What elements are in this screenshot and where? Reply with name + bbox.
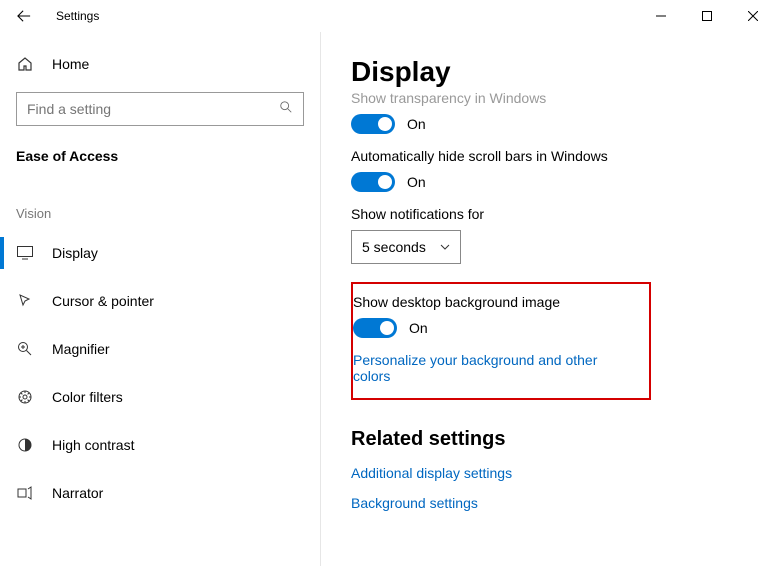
setting-transparency-label: Show transparency in Windows [351, 90, 752, 106]
cursor-icon [16, 293, 34, 309]
sidebar-item-narrator[interactable]: Narrator [0, 469, 320, 517]
setting-notifications-label: Show notifications for [351, 206, 752, 222]
home-icon [16, 56, 34, 72]
content-pane: Display Show transparency in Windows On … [320, 32, 776, 566]
maximize-icon [702, 11, 712, 21]
group-vision-label: Vision [0, 172, 320, 229]
minimize-icon [656, 11, 666, 21]
close-button[interactable] [730, 0, 776, 32]
magnifier-icon [16, 341, 34, 357]
back-button[interactable] [0, 0, 48, 32]
setting-autohide-label: Automatically hide scroll bars in Window… [351, 148, 752, 164]
arrow-left-icon [17, 9, 31, 23]
highlight-box: Show desktop background image On Persona… [351, 282, 651, 400]
monitor-icon [16, 246, 34, 260]
color-filters-icon [16, 389, 34, 405]
personalize-link[interactable]: Personalize your background and other co… [353, 352, 635, 384]
search-icon [279, 100, 293, 119]
page-title: Display [351, 56, 752, 88]
toggle-autohide[interactable] [351, 172, 395, 192]
toggle-desktop-bg[interactable] [353, 318, 397, 338]
high-contrast-icon [16, 437, 34, 453]
search-box[interactable] [16, 92, 304, 126]
sidebar-item-display[interactable]: Display [0, 229, 320, 277]
titlebar: Settings [0, 0, 776, 32]
related-link-display[interactable]: Additional display settings [351, 465, 752, 481]
sidebar-item-label: High contrast [52, 437, 134, 453]
maximize-button[interactable] [684, 0, 730, 32]
sidebar-item-cursor[interactable]: Cursor & pointer [0, 277, 320, 325]
sidebar-item-label: Cursor & pointer [52, 293, 154, 309]
toggle-state-label: On [407, 174, 426, 190]
chevron-down-icon [440, 244, 450, 250]
notifications-dropdown[interactable]: 5 seconds [351, 230, 461, 264]
toggle-state-label: On [407, 116, 426, 132]
sidebar-item-label: Color filters [52, 389, 123, 405]
sidebar: Home Ease of Access Vision Display Curso… [0, 32, 320, 566]
window-title: Settings [56, 9, 99, 23]
home-nav[interactable]: Home [0, 44, 320, 84]
related-settings-header: Related settings [351, 428, 752, 451]
search-input[interactable] [27, 101, 279, 117]
category-header: Ease of Access [0, 126, 320, 172]
related-link-background[interactable]: Background settings [351, 495, 752, 511]
toggle-transparency[interactable] [351, 114, 395, 134]
sidebar-item-magnifier[interactable]: Magnifier [0, 325, 320, 373]
sidebar-item-color-filters[interactable]: Color filters [0, 373, 320, 421]
sidebar-item-label: Display [52, 245, 98, 261]
sidebar-item-label: Narrator [52, 485, 103, 501]
minimize-button[interactable] [638, 0, 684, 32]
toggle-state-label: On [409, 320, 428, 336]
close-icon [748, 11, 758, 21]
narrator-icon [16, 485, 34, 501]
sidebar-item-label: Magnifier [52, 341, 110, 357]
sidebar-item-high-contrast[interactable]: High contrast [0, 421, 320, 469]
dropdown-value: 5 seconds [362, 239, 426, 255]
setting-desktop-bg-label: Show desktop background image [353, 294, 635, 310]
home-label: Home [52, 56, 89, 72]
